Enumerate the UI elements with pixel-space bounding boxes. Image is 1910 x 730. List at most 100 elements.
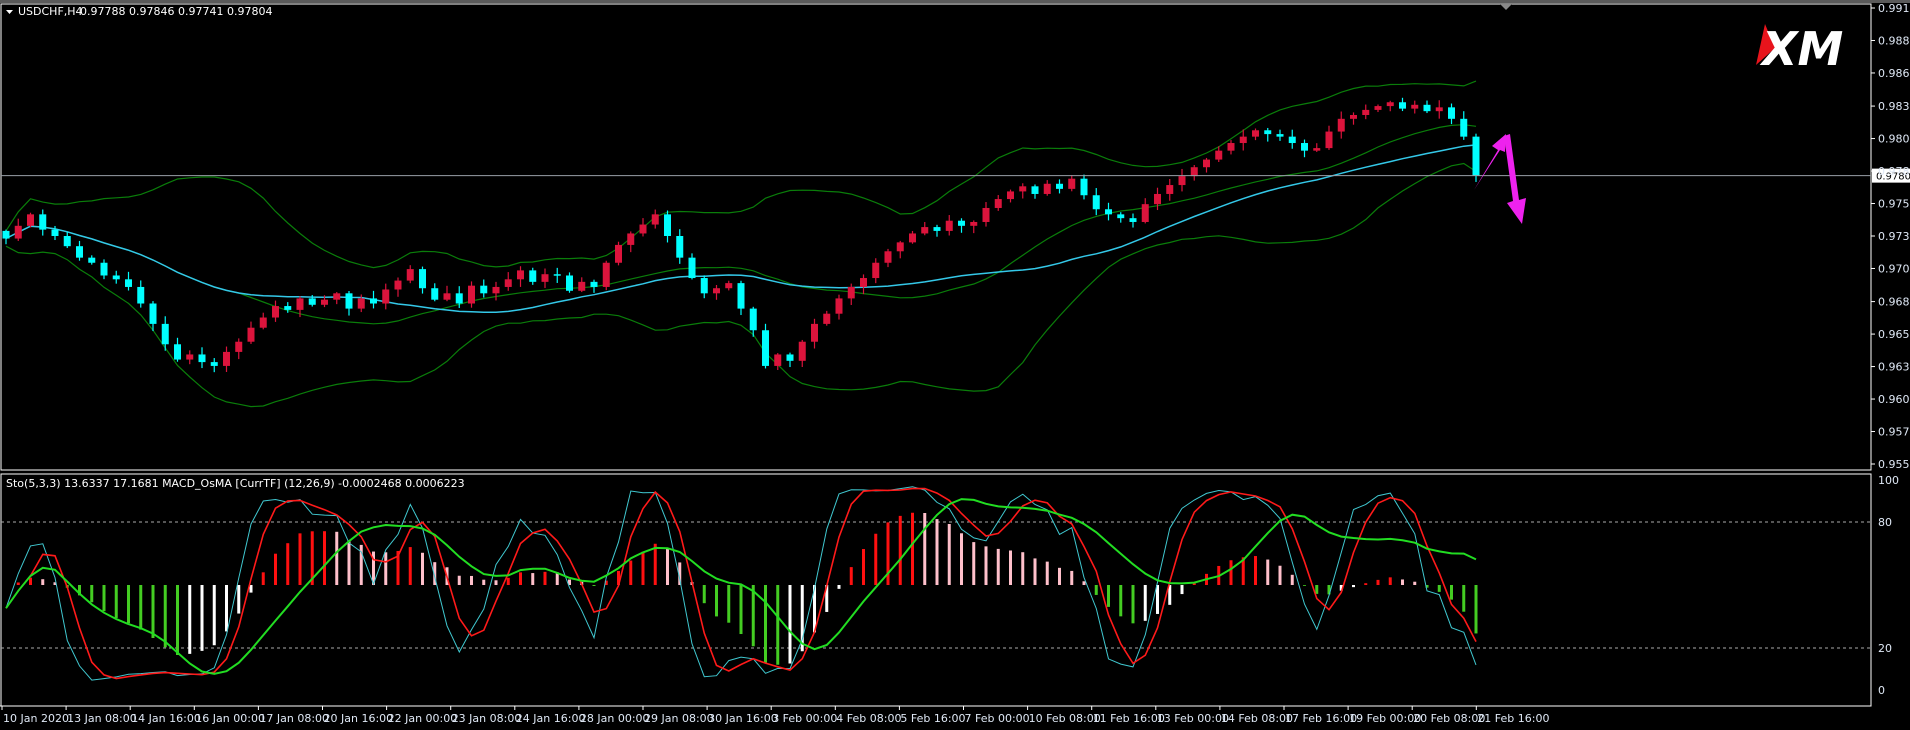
candle — [1386, 102, 1394, 107]
candle — [492, 286, 500, 294]
candle — [1435, 107, 1443, 112]
time-axis-label: 5 Feb 16:00 — [900, 712, 965, 725]
candle — [1472, 136, 1480, 176]
candle — [566, 275, 573, 291]
candle — [247, 327, 255, 342]
candle — [1154, 193, 1161, 205]
candle — [615, 244, 622, 263]
candle — [541, 274, 549, 282]
candle — [1276, 134, 1284, 137]
candle — [443, 293, 451, 300]
candle — [455, 293, 463, 304]
candle — [1227, 143, 1235, 151]
candle — [982, 207, 990, 222]
candle — [1203, 159, 1210, 168]
logo-text: XM — [1759, 22, 1843, 76]
candle — [578, 281, 586, 291]
price-axis-label: 0.96560 — [1878, 328, 1910, 341]
candle — [1288, 136, 1296, 144]
candle — [149, 303, 157, 324]
candle — [1239, 136, 1247, 144]
price-axis-label: 0.98610 — [1878, 67, 1910, 80]
candle — [223, 351, 230, 366]
candle — [51, 229, 59, 236]
indicator-label: Sto(5,3,3) 13.6337 17.1681 MACD_OsMA [Cu… — [6, 477, 465, 490]
candle — [958, 220, 965, 226]
candle — [1105, 209, 1112, 215]
candle — [749, 308, 757, 331]
chart-header: USDCHF,H4 0.97788 0.97846 0.97741 0.9780… — [6, 5, 272, 18]
candle — [517, 270, 524, 280]
candle — [161, 323, 169, 345]
candle — [137, 286, 145, 304]
candle — [1374, 106, 1382, 110]
time-axis-label: 11 Feb 16:00 — [1093, 712, 1165, 725]
xm-logo: XM — [1756, 22, 1843, 76]
candle — [700, 278, 708, 294]
candle — [553, 274, 561, 276]
candle — [1215, 150, 1223, 160]
price-axis-label: 0.95540 — [1878, 458, 1910, 471]
candle — [676, 236, 684, 258]
candle — [2, 230, 10, 239]
candle — [174, 344, 181, 360]
candle — [1350, 114, 1357, 119]
trading-chart[interactable]: 0.97804 0.991200.988650.986100.983500.98… — [0, 0, 1910, 730]
top-strip — [0, 0, 1910, 3]
candle — [835, 298, 843, 314]
candle — [1043, 183, 1051, 194]
candle — [125, 279, 132, 287]
candle — [774, 354, 782, 366]
candle — [419, 269, 426, 289]
price-axis-label: 0.96050 — [1878, 393, 1910, 406]
candle — [1252, 130, 1259, 137]
candle — [1056, 183, 1063, 189]
candle — [1092, 195, 1100, 210]
indicator-axis-label: 0 — [1878, 684, 1885, 697]
candle — [1129, 218, 1137, 222]
candle — [896, 242, 904, 252]
candle — [664, 214, 671, 236]
candle — [198, 354, 206, 363]
candle — [357, 298, 365, 309]
candle — [1117, 214, 1125, 219]
candle — [590, 281, 598, 287]
candle — [370, 298, 377, 304]
candle — [860, 278, 867, 287]
candle — [406, 269, 414, 281]
candle — [1448, 107, 1455, 119]
indicator-pane[interactable] — [0, 473, 1872, 707]
candle — [14, 225, 22, 239]
time-axis-label: 20 Jan 16:00 — [324, 712, 394, 725]
candle — [1362, 109, 1370, 115]
time-axis-label: 14 Feb 08:00 — [1221, 712, 1293, 725]
candle — [713, 288, 720, 294]
candle — [88, 257, 96, 263]
candle — [345, 293, 353, 309]
candle — [1423, 104, 1431, 112]
candle — [112, 275, 120, 280]
candle — [1460, 118, 1468, 137]
candle — [737, 283, 745, 309]
time-axis-label: 13 Feb 00:00 — [1157, 712, 1229, 725]
candle — [1068, 178, 1076, 189]
candle — [933, 227, 941, 231]
candle — [1264, 130, 1272, 135]
time-axis-label: 29 Jan 08:00 — [644, 712, 714, 725]
candle — [1019, 186, 1027, 192]
candle — [909, 233, 916, 243]
candle — [1411, 104, 1419, 109]
candle — [27, 214, 34, 226]
candle — [321, 299, 328, 305]
candle — [762, 330, 769, 366]
candle — [651, 214, 659, 225]
candle — [76, 246, 83, 258]
candle — [529, 270, 537, 282]
candle — [725, 283, 733, 289]
time-axis-label: 10 Feb 08:00 — [1029, 712, 1101, 725]
candle — [811, 323, 818, 342]
time-axis-label: 17 Jan 08:00 — [259, 712, 329, 725]
candle — [1399, 102, 1406, 109]
indicator-axis-label: 20 — [1878, 642, 1892, 655]
price-axis-label: 0.98095 — [1878, 133, 1910, 146]
